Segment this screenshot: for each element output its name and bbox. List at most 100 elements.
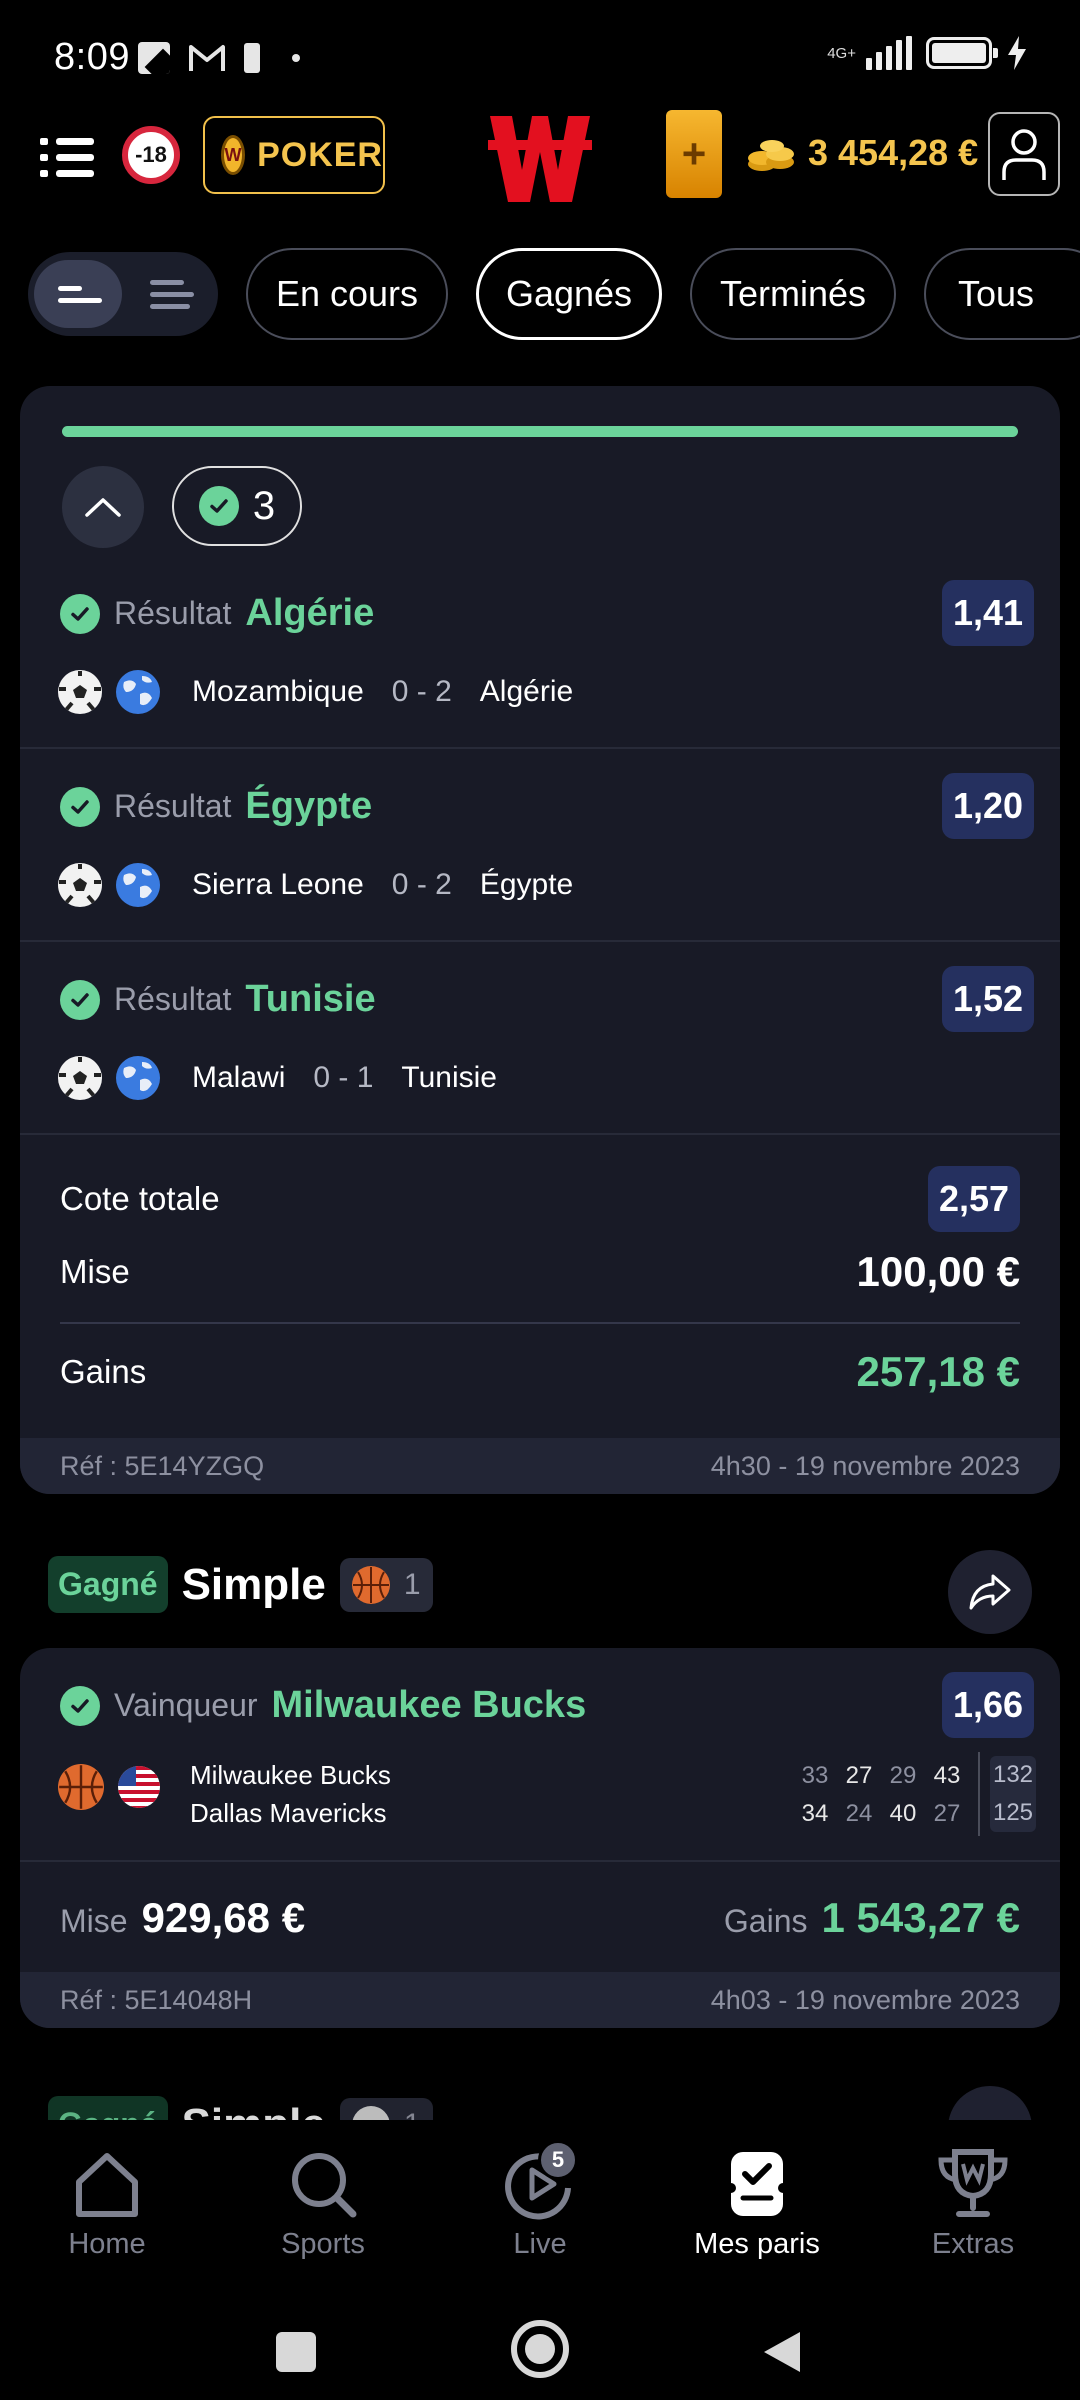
poker-logo-icon: W <box>221 135 246 175</box>
home-button-dot <box>525 2334 555 2364</box>
total-odds-value: 2,57 <box>928 1166 1020 1232</box>
nav-label: Home <box>68 2228 146 2260</box>
divider <box>20 1860 1060 1862</box>
home-team: Sierra Leone <box>192 868 364 901</box>
nav-sports[interactable]: Sports <box>228 2144 418 2261</box>
check-icon <box>60 1685 100 1726</box>
bet-header: Gagné Simple 1 <box>48 1556 433 1613</box>
football-icon <box>58 670 102 714</box>
compact-view-icon[interactable] <box>34 260 122 328</box>
total-odds-row: Cote totale 2,57 <box>60 1166 1020 1232</box>
basketball-icon <box>351 1565 390 1604</box>
away-team: Tunisie <box>401 1061 497 1094</box>
stake-value: 929,68 € <box>141 1894 306 1941</box>
more-notifications-dot <box>292 54 300 62</box>
chevron-up-icon <box>85 498 121 517</box>
status-indicators: 4G+ <box>827 36 1028 70</box>
world-globe-icon <box>116 1056 160 1100</box>
bet-footer: Réf : 5E14048H 4h03 - 19 novembre 2023 <box>20 1972 1060 2028</box>
poker-button[interactable]: W POKER <box>203 116 385 194</box>
gains-row: Gains 257,18 € <box>60 1348 1020 1396</box>
quarter-score: 24 <box>845 1800 873 1827</box>
total-score: 125 <box>992 1799 1034 1826</box>
away-team: Égypte <box>479 868 574 901</box>
nav-extras[interactable]: Extras <box>878 2144 1068 2261</box>
market-label: Résultat <box>114 788 232 824</box>
bet-progress-bar <box>62 426 1018 437</box>
tab-tous[interactable]: Tous <box>924 248 1080 340</box>
selection-odds: 1,52 <box>942 966 1034 1032</box>
user-icon <box>1002 129 1046 180</box>
bet-type: Simple <box>181 1559 326 1609</box>
menu-icon[interactable] <box>40 132 96 184</box>
quarter-score: 29 <box>889 1762 917 1789</box>
match-score: 0 - 1 <box>313 1061 374 1094</box>
tab-gagnes[interactable]: Gagnés <box>476 248 662 340</box>
winamax-logo[interactable] <box>488 110 592 206</box>
view-toggle[interactable] <box>28 252 218 336</box>
tab-termines[interactable]: Terminés <box>690 248 896 340</box>
tab-en-cours[interactable]: En cours <box>246 248 448 340</box>
deposit-button[interactable]: + <box>666 110 722 198</box>
system-status-bar: 8:09 4G+ <box>0 0 1080 120</box>
nav-live[interactable]: 5 Live <box>445 2140 635 2261</box>
world-globe-icon <box>116 670 160 714</box>
home-button[interactable] <box>511 2320 569 2378</box>
filter-bar: En cours Gagnés Terminés Tous <box>0 246 1080 342</box>
bet-card-combo: 3 Résultat Algérie 1,41 Mozambique 0 - 2… <box>20 386 1060 1494</box>
network-type: 4G+ <box>827 44 856 62</box>
share-button[interactable] <box>948 1550 1032 1634</box>
usa-flag-icon <box>118 1766 160 1808</box>
won-selections-badge: 3 <box>172 466 302 546</box>
bet-reference: Réf : 5E14048H <box>60 1984 253 2015</box>
home-team: Malawi <box>192 1061 286 1094</box>
selection-row[interactable]: Résultat Algérie 1,41 Mozambique 0 - 2 A… <box>20 556 1060 749</box>
status-time: 8:09 <box>54 36 130 78</box>
gains-row: Gains 1 543,27 € <box>724 1894 1020 1942</box>
market-label: Vainqueur <box>114 1687 258 1723</box>
live-play-icon: 5 <box>500 2140 580 2224</box>
quarter-score: 40 <box>889 1800 917 1827</box>
selection-row[interactable]: Résultat Tunisie 1,52 Malawi 0 - 1 Tunis… <box>20 942 1060 1135</box>
basketball-icon <box>58 1764 104 1810</box>
divider <box>60 1322 1020 1324</box>
app-header: -18 W POKER + 3 454,28 € <box>0 110 1080 210</box>
back-button[interactable] <box>760 2328 804 2376</box>
home-team: Mozambique <box>192 675 364 708</box>
stake-value: 100,00 € <box>856 1248 1021 1295</box>
total-score: 132 <box>992 1761 1034 1788</box>
collapse-button[interactable] <box>62 466 144 548</box>
match-score: 0 - 2 <box>391 868 452 901</box>
world-globe-icon <box>116 863 160 907</box>
home-icon <box>67 2144 147 2224</box>
bet-footer: Réf : 5E14YZGQ 4h30 - 19 novembre 2023 <box>20 1438 1060 1494</box>
football-icon <box>58 1056 102 1100</box>
gains-label: Gains <box>60 1353 147 1390</box>
nav-home[interactable]: Home <box>12 2144 202 2261</box>
recent-apps-button[interactable] <box>276 2332 316 2372</box>
selection-pick: Algérie <box>245 592 375 634</box>
profile-button[interactable] <box>988 112 1060 196</box>
divider <box>978 1752 980 1836</box>
team-name: Milwaukee Bucks <box>190 1760 391 1790</box>
stake-label: Mise <box>60 1903 128 1939</box>
poker-label: POKER <box>257 135 383 174</box>
selection-row[interactable]: Résultat Égypte 1,20 Sierra Leone 0 - 2 … <box>20 749 1060 942</box>
won-count: 3 <box>252 483 276 528</box>
status-badge: Gagné <box>48 1556 168 1613</box>
notification-icons <box>138 42 300 74</box>
match-score: 0 - 2 <box>391 675 452 708</box>
battery-icon <box>926 37 998 69</box>
quarter-scores: 34 24 40 27 <box>800 1800 962 1828</box>
coins-icon <box>748 140 794 171</box>
quarter-scores: 33 27 29 43 <box>800 1762 962 1790</box>
gains-label: Gains <box>723 1903 808 1939</box>
bet-reference: Réf : 5E14YZGQ <box>60 1450 265 1481</box>
stake-row: Mise 929,68 € <box>60 1894 305 1942</box>
detailed-view-icon[interactable] <box>126 260 214 328</box>
nav-label: Extras <box>931 2228 1015 2260</box>
gains-value: 1 543,27 € <box>821 1894 1020 1941</box>
bet-card-simple: Vainqueur Milwaukee Bucks 1,66 Milwaukee… <box>20 1648 1060 2028</box>
nav-mes-paris[interactable]: Mes paris <box>662 2144 852 2261</box>
account-balance[interactable]: 3 454,28 € <box>808 132 978 174</box>
